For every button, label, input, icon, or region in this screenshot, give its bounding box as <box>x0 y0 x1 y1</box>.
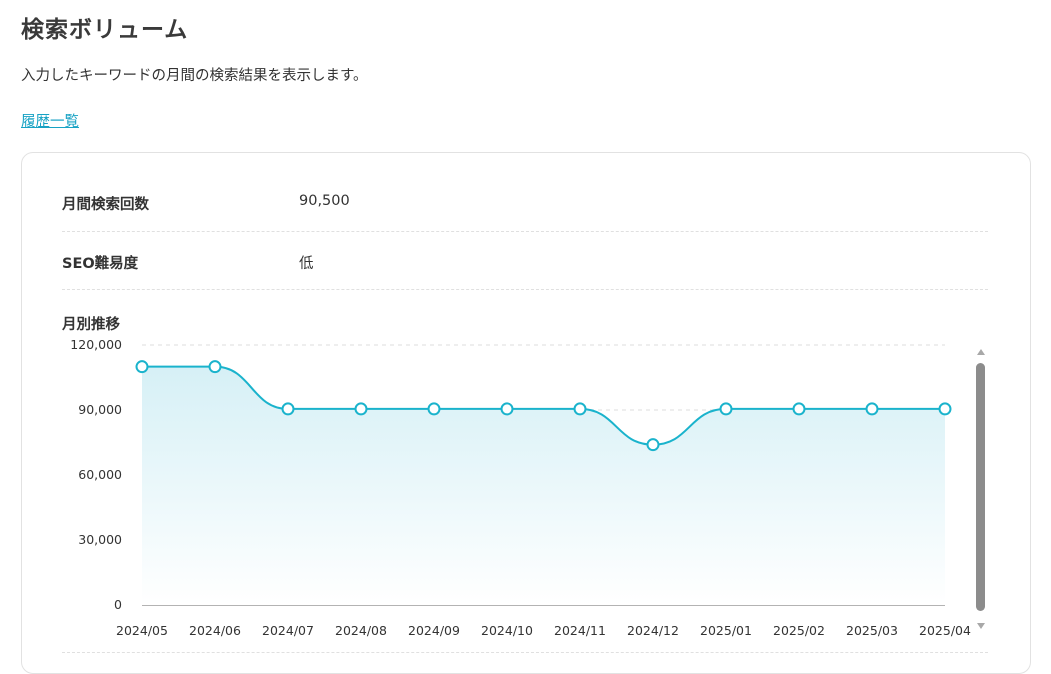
data-point[interactable] <box>427 402 441 416</box>
x-tick-label: 2025/01 <box>700 623 752 638</box>
y-tick-label: 0 <box>114 597 122 612</box>
data-point[interactable] <box>573 402 587 416</box>
data-point[interactable] <box>500 402 514 416</box>
y-tick-label: 90,000 <box>78 402 122 417</box>
x-tick-label: 2024/09 <box>408 623 460 638</box>
page-title: 検索ボリューム <box>21 17 189 43</box>
data-point[interactable] <box>938 402 952 416</box>
data-point[interactable] <box>646 438 660 452</box>
x-tick-label: 2024/06 <box>189 623 241 638</box>
data-point[interactable] <box>135 360 149 374</box>
data-point[interactable] <box>281 402 295 416</box>
data-point[interactable] <box>208 360 222 374</box>
monthly-trend-chart: 0 30,000 60,000 90,000 120,000 2024/05 2024/0… <box>70 337 971 638</box>
y-tick-label: 120,000 <box>70 337 122 352</box>
y-tick-label: 60,000 <box>78 467 122 482</box>
area-fill <box>142 366 945 605</box>
x-tick-label: 2025/04 <box>919 623 971 638</box>
data-point[interactable] <box>792 402 806 416</box>
scroll-thumb[interactable] <box>976 363 985 611</box>
x-tick-label: 2024/05 <box>116 623 168 638</box>
page-description: 入力したキーワードの月間の検索結果を表示します。 <box>21 68 368 84</box>
x-tick-label: 2024/10 <box>481 623 533 638</box>
scroll-down-arrow-icon[interactable] <box>977 623 985 629</box>
history-list-link[interactable]: 履歴一覧 <box>21 110 79 131</box>
x-tick-label: 2024/07 <box>262 623 314 638</box>
x-tick-label: 2024/08 <box>335 623 387 638</box>
data-point[interactable] <box>719 402 733 416</box>
y-tick-label: 30,000 <box>78 532 122 547</box>
data-point[interactable] <box>354 402 368 416</box>
x-tick-label: 2025/03 <box>846 623 898 638</box>
data-point[interactable] <box>865 402 879 416</box>
scroll-up-arrow-icon[interactable] <box>977 349 985 355</box>
x-tick-label: 2024/12 <box>627 623 679 638</box>
x-tick-label: 2024/11 <box>554 623 606 638</box>
result-card: 月間検索回数 90,500 SEO難易度 低 月別推移 0 30,000 60,00… <box>21 152 1031 674</box>
chart-scrollbar[interactable] <box>974 343 988 633</box>
x-tick-label: 2025/02 <box>773 623 825 638</box>
